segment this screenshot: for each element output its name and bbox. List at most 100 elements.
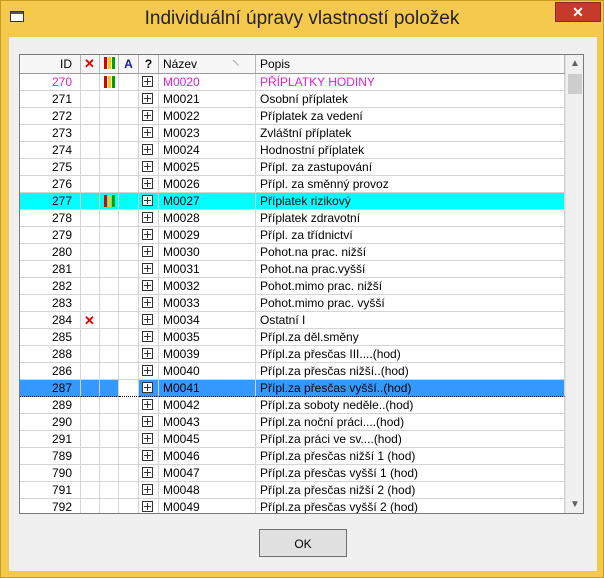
cell-a[interactable]	[119, 176, 139, 193]
cell-x[interactable]	[81, 244, 100, 261]
table-row[interactable]: 282 M0032 Pohot.mimo prac. nižší	[20, 278, 565, 295]
column-header-color[interactable]	[100, 55, 119, 73]
cell-a[interactable]	[119, 210, 139, 227]
cell-x[interactable]	[81, 278, 100, 295]
cell-x[interactable]	[81, 397, 100, 414]
cell-a[interactable]	[119, 244, 139, 261]
table-row[interactable]: 280 M0030 Pohot.na prac. nižší	[20, 244, 565, 261]
table-row[interactable]: 289 M0042 Přípl.za soboty neděle..(hod)	[20, 397, 565, 414]
cell-a[interactable]	[119, 159, 139, 176]
cell-color[interactable]	[100, 397, 119, 414]
table-row[interactable]: 791 M0048 Přípl.za přesčas nižší 2 (hod)	[20, 482, 565, 499]
cell-color[interactable]	[100, 414, 119, 431]
cell-a[interactable]	[119, 193, 139, 210]
cell-a[interactable]	[119, 227, 139, 244]
cell-toggle[interactable]	[139, 142, 159, 159]
cell-x[interactable]	[81, 227, 100, 244]
table-row[interactable]: 288 M0039 Přípl.za přesčas III....(hod)	[20, 346, 565, 363]
table-row[interactable]: 277 M0027 Příplatek rizikový	[20, 193, 565, 210]
cell-toggle[interactable]	[139, 363, 159, 380]
column-header-a[interactable]: A	[119, 55, 139, 73]
cell-a[interactable]	[119, 329, 139, 346]
column-header-name[interactable]: Název	[159, 55, 256, 73]
cell-color[interactable]	[100, 346, 119, 363]
cell-color[interactable]	[100, 176, 119, 193]
cell-a[interactable]	[119, 380, 139, 397]
cell-toggle[interactable]	[139, 91, 159, 108]
cell-color[interactable]	[100, 499, 119, 513]
cell-toggle[interactable]	[139, 465, 159, 482]
table-row[interactable]: 290 M0043 Přípl.za noční práci....(hod)	[20, 414, 565, 431]
cell-x[interactable]	[81, 295, 100, 312]
table-row[interactable]: 284 ✕ M0034 Ostatní I	[20, 312, 565, 329]
cell-toggle[interactable]	[139, 210, 159, 227]
cell-color[interactable]	[100, 210, 119, 227]
table-row[interactable]: 283 M0033 Pohot.mimo prac. vyšší	[20, 295, 565, 312]
column-header-id[interactable]: ID	[20, 55, 81, 73]
cell-toggle[interactable]	[139, 414, 159, 431]
cell-a[interactable]	[119, 261, 139, 278]
cell-a[interactable]	[119, 414, 139, 431]
cell-toggle[interactable]	[139, 380, 159, 397]
table-row[interactable]: 286 M0040 Přípl.za přesčas nižší..(hod)	[20, 363, 565, 380]
items-grid[interactable]: ID ✕ A ? Název Popis 270 M0020 PŘÍPLATKY H…	[19, 54, 584, 514]
cell-a[interactable]	[119, 74, 139, 91]
cell-toggle[interactable]	[139, 244, 159, 261]
cell-x[interactable]	[81, 210, 100, 227]
cell-color[interactable]	[100, 227, 119, 244]
cell-a[interactable]	[119, 431, 139, 448]
scroll-down-icon[interactable]: ▼	[566, 496, 583, 513]
scroll-up-icon[interactable]: ▲	[566, 55, 583, 72]
cell-toggle[interactable]	[139, 346, 159, 363]
cell-x[interactable]	[81, 482, 100, 499]
cell-color[interactable]	[100, 159, 119, 176]
cell-x[interactable]	[81, 142, 100, 159]
cell-color[interactable]	[100, 261, 119, 278]
cell-toggle[interactable]	[139, 227, 159, 244]
table-row[interactable]: 273 M0023 Zvláštní příplatek	[20, 125, 565, 142]
table-row[interactable]: 285 M0035 Přípl.za děl.směny	[20, 329, 565, 346]
cell-toggle[interactable]	[139, 431, 159, 448]
cell-a[interactable]	[119, 482, 139, 499]
table-row[interactable]: 274 M0024 Hodnostní příplatek	[20, 142, 565, 159]
cell-x[interactable]	[81, 431, 100, 448]
cell-x[interactable]: ✕	[81, 312, 100, 329]
cell-color[interactable]	[100, 125, 119, 142]
scroll-thumb[interactable]	[568, 74, 582, 94]
cell-x[interactable]	[81, 176, 100, 193]
cell-toggle[interactable]	[139, 193, 159, 210]
cell-x[interactable]	[81, 465, 100, 482]
cell-x[interactable]	[81, 329, 100, 346]
cell-color[interactable]	[100, 74, 119, 91]
cell-toggle[interactable]	[139, 108, 159, 125]
cell-color[interactable]	[100, 329, 119, 346]
cell-x[interactable]	[81, 125, 100, 142]
cell-color[interactable]	[100, 312, 119, 329]
cell-x[interactable]	[81, 499, 100, 513]
cell-a[interactable]	[119, 465, 139, 482]
cell-toggle[interactable]	[139, 74, 159, 91]
table-row[interactable]: 287 M0041 Přípl.za přesčas vyšší..(hod)	[20, 380, 565, 397]
close-button[interactable]: ✕	[555, 2, 601, 22]
cell-toggle[interactable]	[139, 397, 159, 414]
cell-x[interactable]	[81, 261, 100, 278]
cell-toggle[interactable]	[139, 125, 159, 142]
cell-a[interactable]	[119, 125, 139, 142]
cell-toggle[interactable]	[139, 482, 159, 499]
table-row[interactable]: 275 M0025 Přípl. za zastupování	[20, 159, 565, 176]
cell-color[interactable]	[100, 108, 119, 125]
cell-toggle[interactable]	[139, 261, 159, 278]
table-row[interactable]: 792 M0049 Přípl.za přesčas vyšší 2 (hod)	[20, 499, 565, 513]
cell-a[interactable]	[119, 91, 139, 108]
cell-x[interactable]	[81, 74, 100, 91]
cell-color[interactable]	[100, 91, 119, 108]
cell-a[interactable]	[119, 448, 139, 465]
cell-toggle[interactable]	[139, 159, 159, 176]
cell-toggle[interactable]	[139, 278, 159, 295]
cell-a[interactable]	[119, 108, 139, 125]
cell-x[interactable]	[81, 91, 100, 108]
cell-color[interactable]	[100, 448, 119, 465]
table-row[interactable]: 271 M0021 Osobní příplatek	[20, 91, 565, 108]
table-row[interactable]: 279 M0029 Přípl. za třídnictví	[20, 227, 565, 244]
table-row[interactable]: 276 M0026 Přípl. za směnný provoz	[20, 176, 565, 193]
